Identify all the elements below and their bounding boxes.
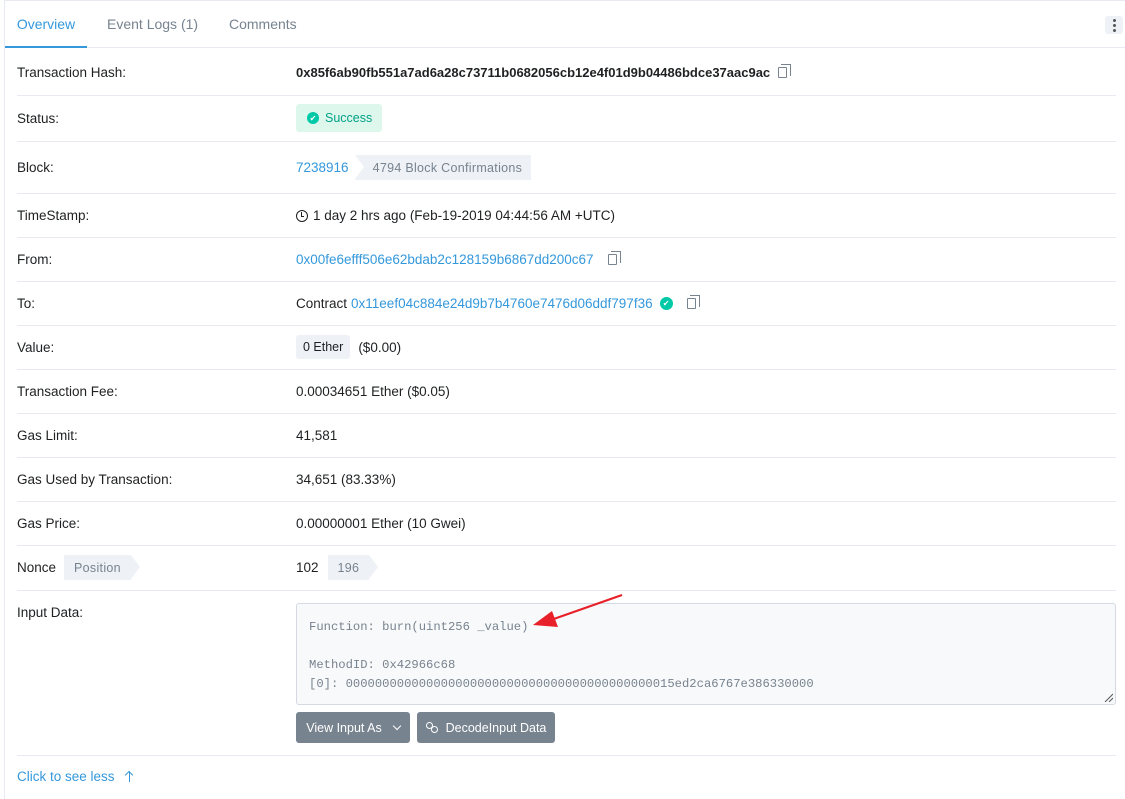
row-timestamp: TimeStamp: 1 day 2 hrs ago (Feb-19-2019 … [17, 194, 1116, 238]
to-address-link[interactable]: 0x11eef04c884e24d9b7b4760e7476d06ddf797f… [351, 296, 653, 311]
arrow-up-icon [125, 771, 135, 782]
copy-icon[interactable] [686, 295, 700, 309]
transaction-card: Overview Event Logs (1) Comments Transac… [4, 0, 1125, 799]
view-input-as-label: View Input As [306, 720, 382, 735]
block-label: Block: [17, 160, 54, 175]
gas-price-value: 0.00000001 Ether (10 Gwei) [296, 516, 466, 531]
function-signature: Function: burn(uint256 _value) [309, 620, 529, 634]
gas-limit-label: Gas Limit: [17, 428, 78, 443]
timestamp-value: 1 day 2 hrs ago (Feb-19-2019 04:44:56 AM… [313, 208, 616, 223]
usd-value: ($0.00) [358, 339, 402, 355]
position-value-badge: 196 [327, 555, 379, 580]
transaction-fee-value: 0.00034651 Ether ($0.05) [296, 384, 450, 399]
gas-limit-value: 41,581 [296, 428, 338, 443]
row-gas-price: Gas Price: 0.00000001 Ether (10 Gwei) [17, 502, 1116, 546]
verified-check-icon: ✔ [659, 297, 673, 310]
method-id: MethodID: 0x42966c68 [309, 658, 456, 672]
clock-icon [296, 209, 308, 222]
row-transaction-fee: Transaction Fee: 0.00034651 Ether ($0.05… [17, 370, 1116, 414]
timestamp-label: TimeStamp: [17, 208, 90, 223]
users-icon [425, 722, 440, 733]
resize-grip-icon[interactable] [1104, 693, 1113, 702]
tab-overview[interactable]: Overview [5, 1, 87, 48]
tab-comments[interactable]: Comments [229, 1, 297, 48]
ether-amount-badge: 0 Ether [296, 335, 351, 359]
block-number-link[interactable]: 7238916 [296, 160, 349, 175]
row-nonce: Nonce Position 102 196 [17, 546, 1116, 591]
decode-input-button[interactable]: DecodeInput Data [417, 712, 555, 743]
param-value: [0]: 00000000000000000000000000000000000… [309, 677, 814, 691]
block-confirmations-badge: 4794 Block Confirmations [354, 155, 532, 180]
tab-event-logs[interactable]: Event Logs (1) [107, 1, 198, 48]
status-badge: ✔ Success [296, 104, 383, 132]
more-options-icon[interactable] [1105, 16, 1123, 34]
row-status: Status: ✔ Success [17, 96, 1116, 142]
from-address-link[interactable]: 0x00fe6efff506e62bdab2c128159b6867dd200c… [296, 252, 594, 267]
transaction-hash-label: Transaction Hash: [17, 65, 127, 80]
transaction-fee-label: Transaction Fee: [17, 384, 118, 399]
input-data-label: Input Data: [17, 605, 84, 620]
check-circle-icon: ✔ [307, 112, 319, 124]
copy-icon[interactable] [778, 64, 792, 78]
copy-icon[interactable] [607, 251, 621, 265]
from-label: From: [17, 252, 53, 267]
row-from: From: 0x00fe6efff506e62bdab2c128159b6867… [17, 238, 1116, 282]
row-block: Block: 7238916 4794 Block Confirmations [17, 142, 1116, 194]
row-transaction-hash: Transaction Hash: 0x85f6ab90fb551a7ad6a2… [17, 48, 1116, 96]
annotation-arrow-icon [533, 593, 623, 627]
gas-used-label: Gas Used by Transaction: [17, 472, 173, 487]
gas-used-value: 34,651 (83.33%) [296, 472, 396, 487]
position-tag: Position [64, 555, 140, 580]
input-data-textarea[interactable]: Function: burn(uint256 _value) MethodID:… [296, 603, 1116, 705]
contract-prefix: Contract [296, 296, 348, 311]
nonce-value: 102 [296, 560, 319, 575]
row-to: To: Contract 0x11eef04c884e24d9b7b4760e7… [17, 282, 1116, 326]
decode-input-label: DecodeInput Data [445, 720, 547, 735]
row-gas-used: Gas Used by Transaction: 34,651 (83.33%) [17, 458, 1116, 502]
see-less-link[interactable]: Click to see less [17, 769, 135, 784]
gas-price-label: Gas Price: [17, 516, 81, 531]
to-label: To: [17, 296, 36, 311]
chevron-down-icon [392, 721, 401, 731]
status-label: Status: [17, 111, 60, 126]
view-input-as-button[interactable]: View Input As [296, 712, 410, 743]
row-value: Value: 0 Ether ($0.00) [17, 326, 1116, 370]
row-gas-limit: Gas Limit: 41,581 [17, 414, 1116, 458]
value-label: Value: [17, 340, 55, 355]
tab-bar: Overview Event Logs (1) Comments [5, 1, 1125, 48]
nonce-label: Nonce [17, 560, 57, 575]
status-value: Success [325, 111, 373, 125]
see-less-label: Click to see less [17, 769, 115, 784]
transaction-hash-value: 0x85f6ab90fb551a7ad6a28c73711b0682056cb1… [296, 65, 771, 80]
